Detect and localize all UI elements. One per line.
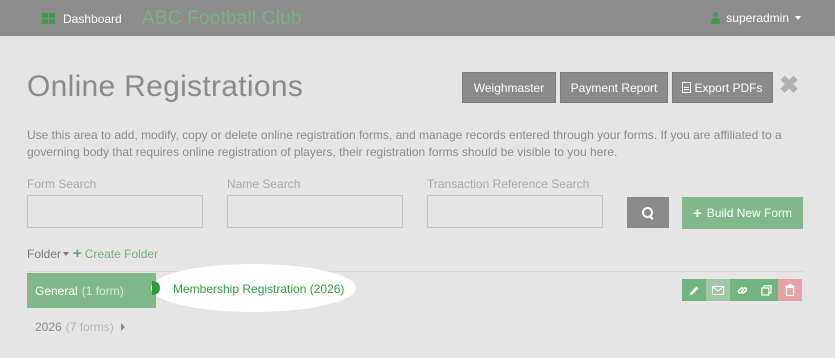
build-new-form-label: Build New Form xyxy=(706,206,793,220)
club-name: ABC Football Club xyxy=(142,8,302,29)
folder-item-general[interactable]: General (1 form) xyxy=(27,273,156,308)
search-icon xyxy=(642,206,654,219)
user-menu[interactable]: superadmin xyxy=(711,11,801,25)
build-new-form-button[interactable]: + Build New Form xyxy=(682,197,803,229)
form-actions xyxy=(682,279,802,301)
pdf-icon xyxy=(682,82,692,93)
folder-count: (1 form) xyxy=(81,283,124,298)
form-search-label: Form Search xyxy=(27,177,97,191)
plus-icon: + xyxy=(73,245,82,262)
link-icon[interactable] xyxy=(730,279,754,301)
pencil-icon[interactable] xyxy=(682,279,706,301)
folder-item-2026[interactable]: 2026 (7 forms) xyxy=(35,320,125,334)
trash-icon[interactable] xyxy=(778,279,802,301)
form-search-input[interactable] xyxy=(27,195,203,228)
chevron-down-icon xyxy=(795,16,801,20)
folder-name: 2026 xyxy=(35,320,62,334)
dashboard-icon xyxy=(42,13,55,25)
weighmaster-button-label: Weighmaster xyxy=(473,80,545,95)
export-pdfs-button-label: Export PDFs xyxy=(694,80,763,95)
create-folder-label: Create Folder xyxy=(84,246,159,261)
transaction-search-input[interactable] xyxy=(427,195,603,228)
payment-report-button-label: Payment Report xyxy=(570,80,658,95)
payment-report-button[interactable]: Payment Report xyxy=(560,72,668,103)
folder-name: General xyxy=(35,283,78,298)
name-search-input[interactable] xyxy=(227,195,403,228)
dashboard-link[interactable]: Dashboard xyxy=(42,11,122,27)
user-icon xyxy=(711,12,721,24)
top-navbar: Dashboard ABC Football Club superadmin xyxy=(0,0,835,36)
divider xyxy=(27,271,803,272)
folder-count: (7 forms) xyxy=(65,320,114,334)
page-description: Use this area to add, modify, copy or de… xyxy=(27,128,782,159)
chevron-right-icon xyxy=(120,323,125,331)
search-button[interactable] xyxy=(627,197,669,228)
export-pdfs-button[interactable]: Export PDFs xyxy=(672,72,773,103)
chevron-down-icon[interactable] xyxy=(63,252,69,256)
weighmaster-button[interactable]: Weighmaster xyxy=(462,72,556,103)
copy-icon[interactable] xyxy=(754,279,778,301)
folder-dropdown-label[interactable]: Folder xyxy=(27,247,61,261)
plus-icon: + xyxy=(692,204,702,222)
create-folder-link[interactable]: + Create Folder xyxy=(73,246,158,261)
transaction-search-label: Transaction Reference Search xyxy=(427,177,590,191)
envelope-icon[interactable] xyxy=(706,279,730,301)
name-search-label: Name Search xyxy=(227,177,301,191)
user-name: superadmin xyxy=(726,11,789,25)
close-icon[interactable]: ✖ xyxy=(779,71,799,100)
dashboard-label: Dashboard xyxy=(63,12,122,26)
form-link-membership-registration[interactable]: Membership Registration (2026) xyxy=(173,282,344,296)
page-title: Online Registrations xyxy=(27,70,304,103)
